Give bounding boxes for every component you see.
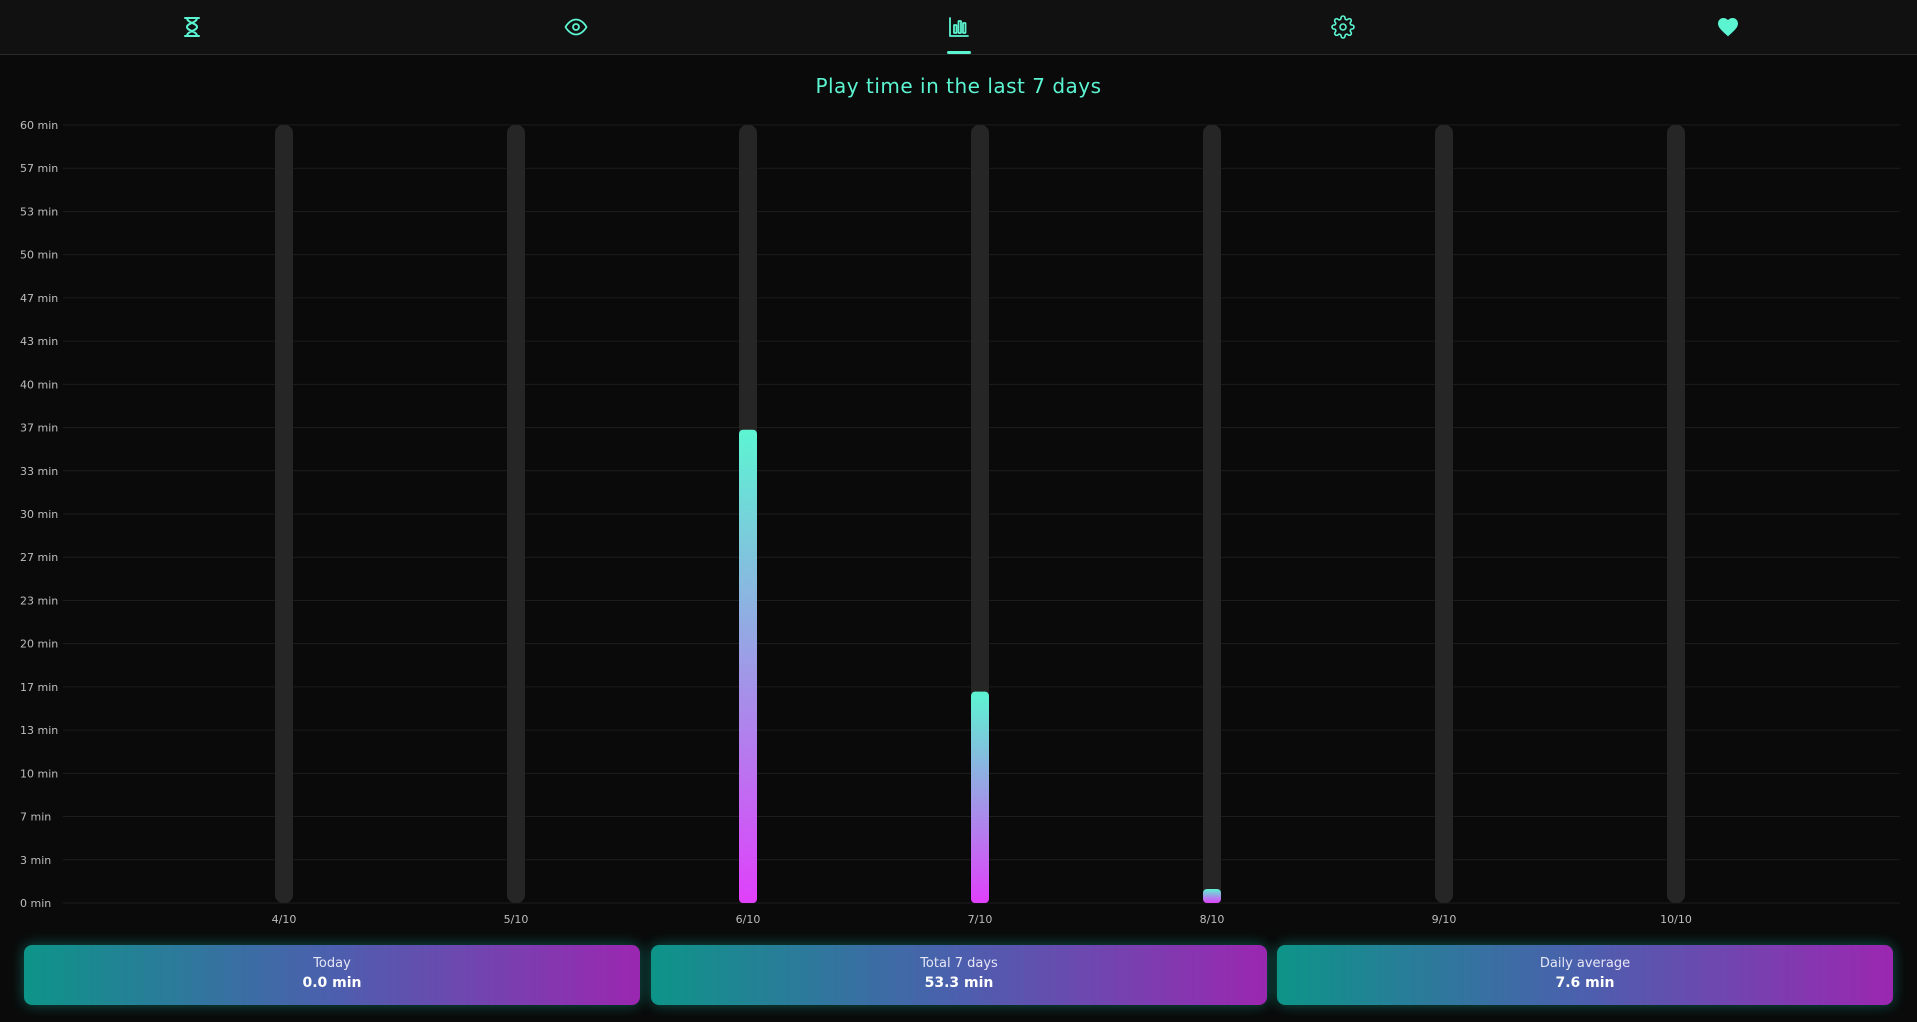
y-tick-label: 33 min — [20, 465, 58, 478]
y-tick-label: 20 min — [20, 638, 58, 651]
bar-track — [1667, 125, 1685, 903]
eye-icon — [564, 18, 588, 36]
heart-icon — [1718, 18, 1738, 37]
y-tick-label: 37 min — [20, 422, 58, 435]
x-tick-label: 5/10 — [504, 913, 529, 926]
bar-track — [507, 125, 525, 903]
bar-chart-icon — [949, 17, 969, 37]
active-tab-indicator — [947, 51, 971, 54]
nav-support-tab[interactable] — [1688, 0, 1768, 54]
data-bar — [1203, 889, 1221, 903]
x-tick-label: 10/10 — [1660, 913, 1692, 926]
total-summary-card: Total 7 days 53.3 min — [651, 945, 1267, 1005]
y-tick-label: 43 min — [20, 335, 58, 348]
average-value: 7.6 min — [1555, 975, 1615, 991]
bar-track — [1435, 125, 1453, 903]
today-summary-card: Today 0.0 min — [24, 945, 640, 1005]
y-tick-label: 60 min — [20, 119, 58, 132]
data-bar — [971, 691, 989, 903]
y-tick-label: 7 min — [20, 811, 51, 824]
y-tick-label: 53 min — [20, 205, 58, 218]
hourglass-icon — [184, 17, 200, 37]
nav-watch-tab[interactable] — [536, 0, 616, 54]
y-tick-label: 50 min — [20, 249, 58, 262]
y-tick-label: 10 min — [20, 767, 58, 780]
y-tick-label: 23 min — [20, 594, 58, 607]
x-tick-label: 4/10 — [272, 913, 297, 926]
play-time-bar-chart: 0 min 3 min 7 min 10 min 13 min 17 min 20 min 2… — [20, 119, 1900, 926]
gear-icon — [1331, 15, 1355, 39]
nav-stats-tab[interactable] — [919, 0, 999, 54]
y-tick-label: 13 min — [20, 724, 58, 737]
x-tick-label: 7/10 — [968, 913, 993, 926]
x-tick-label: 8/10 — [1200, 913, 1225, 926]
average-summary-card: Daily average 7.6 min — [1277, 945, 1893, 1005]
y-tick-label: 57 min — [20, 162, 58, 175]
top-navigation — [0, 0, 1917, 55]
y-tick-label: 0 min — [20, 897, 51, 910]
total-label: Total 7 days — [920, 956, 998, 971]
x-tick-label: 9/10 — [1432, 913, 1457, 926]
y-tick-label: 30 min — [20, 508, 58, 521]
bar-track — [275, 125, 293, 903]
y-tick-label: 3 min — [20, 854, 51, 867]
nav-timer-tab[interactable] — [152, 0, 232, 54]
today-value: 0.0 min — [302, 975, 362, 991]
chart-title: Play time in the last 7 days — [815, 74, 1102, 98]
y-tick-label: 17 min — [20, 681, 58, 694]
data-bar — [739, 429, 757, 903]
nav-settings-tab[interactable] — [1303, 0, 1383, 54]
average-label: Daily average — [1539, 956, 1631, 971]
y-tick-label: 27 min — [20, 551, 58, 564]
total-value: 53.3 min — [924, 975, 994, 991]
y-tick-label: 47 min — [20, 292, 58, 305]
today-label: Today — [313, 956, 351, 971]
bar-track — [1203, 125, 1221, 903]
x-tick-label: 6/10 — [736, 913, 761, 926]
y-tick-label: 40 min — [20, 378, 58, 391]
